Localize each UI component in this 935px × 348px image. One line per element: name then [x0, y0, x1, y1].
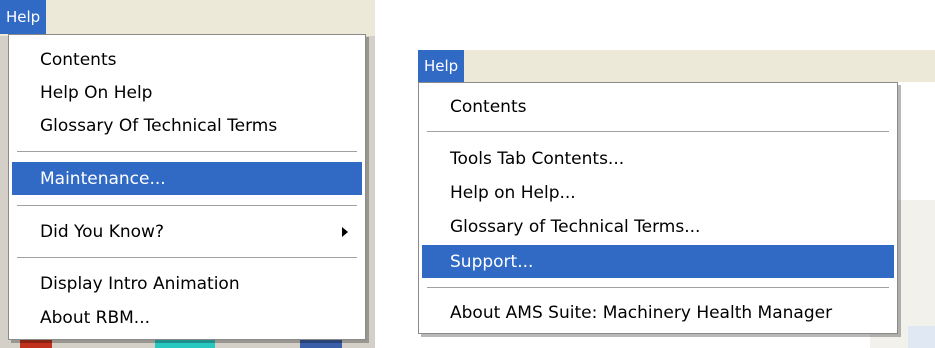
- menu-item-help-on-help[interactable]: Help on Help...: [422, 177, 894, 209]
- menu-separator: [17, 257, 357, 259]
- right-background-fragment: [908, 326, 935, 348]
- left-menubar-background: [0, 0, 375, 36]
- menu-item-about-rbm[interactable]: About RBM...: [12, 302, 362, 334]
- menu-item-contents[interactable]: Contents: [12, 45, 362, 75]
- menu-item-did-you-know[interactable]: Did You Know?: [12, 215, 362, 248]
- menu-item-support[interactable]: Support...: [422, 245, 894, 278]
- right-menubar-background: [418, 50, 935, 82]
- help-menu-title[interactable]: Help: [0, 0, 47, 34]
- help-dropdown-menu: Contents Help On Help Glossary Of Techni…: [8, 34, 366, 340]
- left-screenshot: Help Contents Help On Help Glossary Of T…: [0, 0, 375, 348]
- menu-item-help-on-help[interactable]: Help On Help: [12, 78, 362, 108]
- menu-item-about-ams-suite[interactable]: About AMS Suite: Machinery Health Manage…: [422, 297, 894, 329]
- help-dropdown-menu: Contents Tools Tab Contents... Help on H…: [418, 82, 898, 334]
- menu-item-display-intro-animation[interactable]: Display Intro Animation: [12, 268, 362, 300]
- submenu-arrow-icon: [342, 226, 348, 237]
- menu-separator: [427, 131, 889, 133]
- menu-separator: [17, 205, 357, 207]
- help-menu-title[interactable]: Help: [418, 50, 465, 82]
- menu-separator: [17, 151, 357, 153]
- menu-item-tools-tab-contents[interactable]: Tools Tab Contents...: [422, 143, 894, 175]
- menu-item-contents[interactable]: Contents: [422, 91, 894, 123]
- menu-item-maintenance[interactable]: Maintenance...: [12, 162, 362, 195]
- menu-separator: [427, 287, 889, 289]
- right-screenshot: Help Contents Tools Tab Contents... Help…: [418, 50, 935, 348]
- menu-item-glossary[interactable]: Glossary Of Technical Terms: [12, 111, 362, 141]
- menu-item-did-you-know-label: Did You Know?: [40, 221, 164, 242]
- menu-item-glossary[interactable]: Glossary of Technical Terms...: [422, 211, 894, 243]
